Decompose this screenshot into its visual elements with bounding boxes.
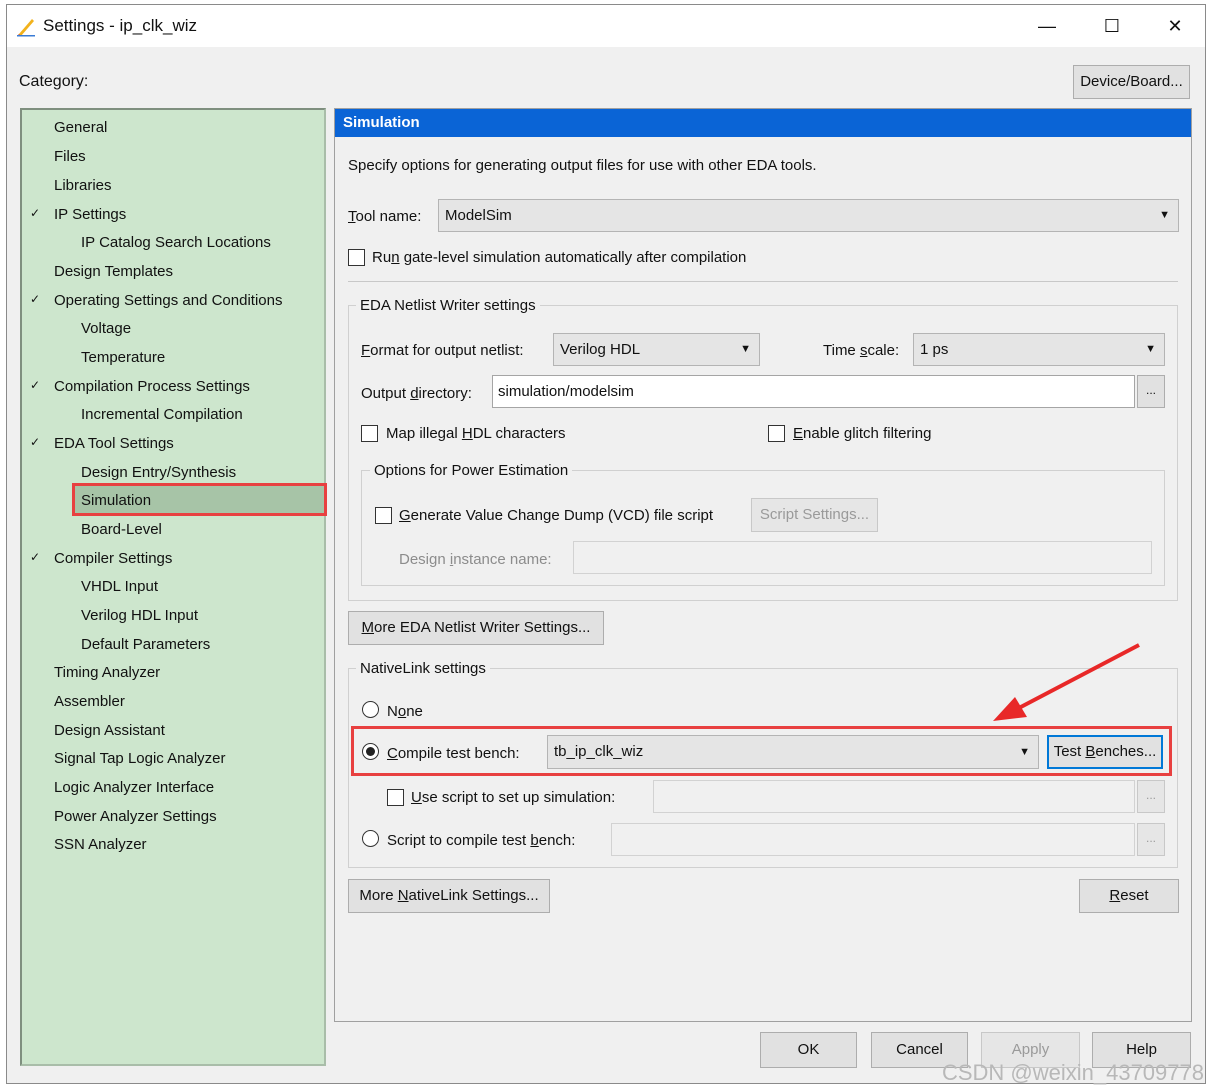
tree-item-board-level[interactable]: Board-Level: [81, 521, 162, 538]
power-estimation-legend: Options for Power Estimation: [370, 462, 573, 479]
tree-item-compiler-settings[interactable]: Compiler Settings: [54, 550, 172, 567]
separator: [348, 281, 1178, 282]
tree-item-timing-analyzer[interactable]: Timing Analyzer: [54, 664, 160, 681]
use-script-checkbox[interactable]: [387, 789, 404, 806]
tree-item-compilation-process[interactable]: Compilation Process Settings: [54, 378, 250, 395]
tree-item-ip-settings[interactable]: IP Settings: [54, 206, 126, 223]
tree-item-assembler[interactable]: Assembler: [54, 693, 125, 710]
panel-header: Simulation: [335, 109, 1191, 137]
more-eda-netlist-button[interactable]: More EDA Netlist Writer Settings...: [348, 611, 604, 645]
tree-item-ssn-analyzer[interactable]: SSN Analyzer: [54, 836, 147, 853]
compile-test-bench-label: Compile test bench:: [387, 745, 520, 762]
app-pencil-icon: [17, 19, 35, 37]
enable-glitch-filtering-checkbox[interactable]: [768, 425, 785, 442]
tree-item-eda-tool-settings[interactable]: EDA Tool Settings: [54, 435, 174, 452]
tree-item-ip-catalog[interactable]: IP Catalog Search Locations: [81, 234, 271, 251]
chevron-down-icon[interactable]: ✓: [30, 550, 40, 564]
window-title: Settings - ip_clk_wiz: [43, 16, 198, 35]
settings-window: Settings - ip_clk_wiz — ☐ ✕ Category: De…: [6, 4, 1206, 1084]
chevron-down-icon[interactable]: ✓: [30, 206, 40, 220]
annotation-arrow-icon: [993, 643, 1140, 721]
design-instance-label: Design instance name:: [399, 551, 552, 568]
script-compile-label: Script to compile test bench:: [387, 832, 576, 849]
output-directory-input[interactable]: simulation/modelsim: [492, 375, 1135, 408]
tree-item-files[interactable]: Files: [54, 148, 86, 165]
tree-item-design-entry-synthesis[interactable]: Design Entry/Synthesis: [81, 464, 236, 481]
watermark-text: CSDN @weixin_43709778: [941, 1060, 1204, 1085]
tree-item-logic-analyzer-interface[interactable]: Logic Analyzer Interface: [54, 779, 214, 796]
output-directory-label: Output directory:: [361, 385, 472, 402]
tree-item-design-assistant[interactable]: Design Assistant: [54, 722, 165, 739]
dropdown-arrow-icon: ▼: [1159, 209, 1170, 221]
run-gate-level-checkbox[interactable]: [348, 249, 365, 266]
chevron-down-icon[interactable]: ✓: [30, 292, 40, 306]
tree-item-simulation[interactable]: Simulation: [81, 492, 151, 509]
ok-button[interactable]: OK: [760, 1032, 857, 1068]
timescale-label: Time scale:: [823, 342, 900, 359]
chevron-down-icon[interactable]: ✓: [30, 435, 40, 449]
script-compile-input[interactable]: [611, 823, 1135, 856]
tree-item-voltage[interactable]: Voltage: [81, 320, 131, 337]
tree-item-default-parameters[interactable]: Default Parameters: [81, 636, 210, 653]
use-script-input[interactable]: [653, 780, 1135, 813]
generate-vcd-label: Generate Value Change Dump (VCD) file sc…: [399, 507, 714, 524]
generate-vcd-checkbox[interactable]: [375, 507, 392, 524]
compile-test-bench-select[interactable]: tb_ip_clk_wiz ▼: [547, 735, 1039, 769]
tree-item-vhdl-input[interactable]: VHDL Input: [81, 578, 158, 595]
nativelink-legend: NativeLink settings: [356, 660, 490, 677]
script-settings-button[interactable]: Script Settings...: [751, 498, 878, 532]
use-script-browse-button[interactable]: ...: [1137, 780, 1165, 813]
maximize-button[interactable]: ☐: [1084, 9, 1140, 43]
tree-item-verilog-hdl-input[interactable]: Verilog HDL Input: [81, 607, 198, 624]
dropdown-arrow-icon: ▼: [740, 343, 751, 355]
device-board-button[interactable]: Device/Board...: [1073, 65, 1190, 99]
timescale-select[interactable]: 1 ps ▼: [913, 333, 1165, 366]
tree-item-operating-settings[interactable]: Operating Settings and Conditions: [54, 292, 282, 309]
simulation-panel: Simulation Specify options for generatin…: [334, 108, 1192, 1022]
map-illegal-hdl-checkbox[interactable]: [361, 425, 378, 442]
enable-glitch-filtering-label: Enable glitch filtering: [793, 425, 932, 442]
tree-item-power-analyzer[interactable]: Power Analyzer Settings: [54, 808, 217, 825]
reset-button[interactable]: Reset: [1079, 879, 1179, 913]
close-button[interactable]: ✕: [1147, 9, 1203, 43]
design-instance-input[interactable]: [573, 541, 1152, 574]
more-nativelink-button[interactable]: More NativeLink Settings...: [348, 879, 550, 913]
output-directory-browse-button[interactable]: ...: [1137, 375, 1165, 408]
dropdown-arrow-icon: ▼: [1145, 343, 1156, 355]
use-script-label: Use script to set up simulation:: [411, 789, 616, 806]
chevron-down-icon[interactable]: ✓: [30, 378, 40, 392]
tree-item-libraries[interactable]: Libraries: [54, 177, 112, 194]
tree-item-general[interactable]: General: [54, 119, 107, 136]
tool-name-label: Tool name:: [348, 208, 422, 225]
script-compile-browse-button[interactable]: ...: [1137, 823, 1165, 856]
map-illegal-hdl-label: Map illegal HDL characters: [386, 425, 566, 442]
tool-name-select[interactable]: ModelSim ▼: [438, 199, 1179, 232]
panel-description: Specify options for generating output fi…: [348, 157, 817, 174]
compile-test-bench-radio[interactable]: [362, 743, 379, 760]
run-gate-level-label: Run gate-level simulation automatically …: [372, 249, 747, 266]
test-benches-button[interactable]: Test Benches...: [1047, 735, 1163, 769]
tree-item-design-templates[interactable]: Design Templates: [54, 263, 173, 280]
script-compile-radio[interactable]: [362, 830, 379, 847]
tree-item-signal-tap[interactable]: Signal Tap Logic Analyzer: [54, 750, 226, 767]
none-label: None: [387, 703, 423, 720]
title-bar: Settings - ip_clk_wiz — ☐ ✕: [7, 5, 1205, 47]
minimize-button[interactable]: —: [1019, 9, 1075, 43]
category-tree: General Files Libraries ✓ IP Settings IP…: [20, 108, 327, 1066]
dropdown-arrow-icon: ▼: [1019, 746, 1030, 758]
tree-item-temperature[interactable]: Temperature: [81, 349, 165, 366]
eda-netlist-legend: EDA Netlist Writer settings: [356, 297, 540, 314]
category-label: Category:: [19, 73, 89, 90]
format-label: Format for output netlist:: [361, 342, 524, 359]
format-select[interactable]: Verilog HDL ▼: [553, 333, 760, 366]
tree-item-incremental-compilation[interactable]: Incremental Compilation: [81, 406, 243, 423]
none-radio[interactable]: [362, 701, 379, 718]
